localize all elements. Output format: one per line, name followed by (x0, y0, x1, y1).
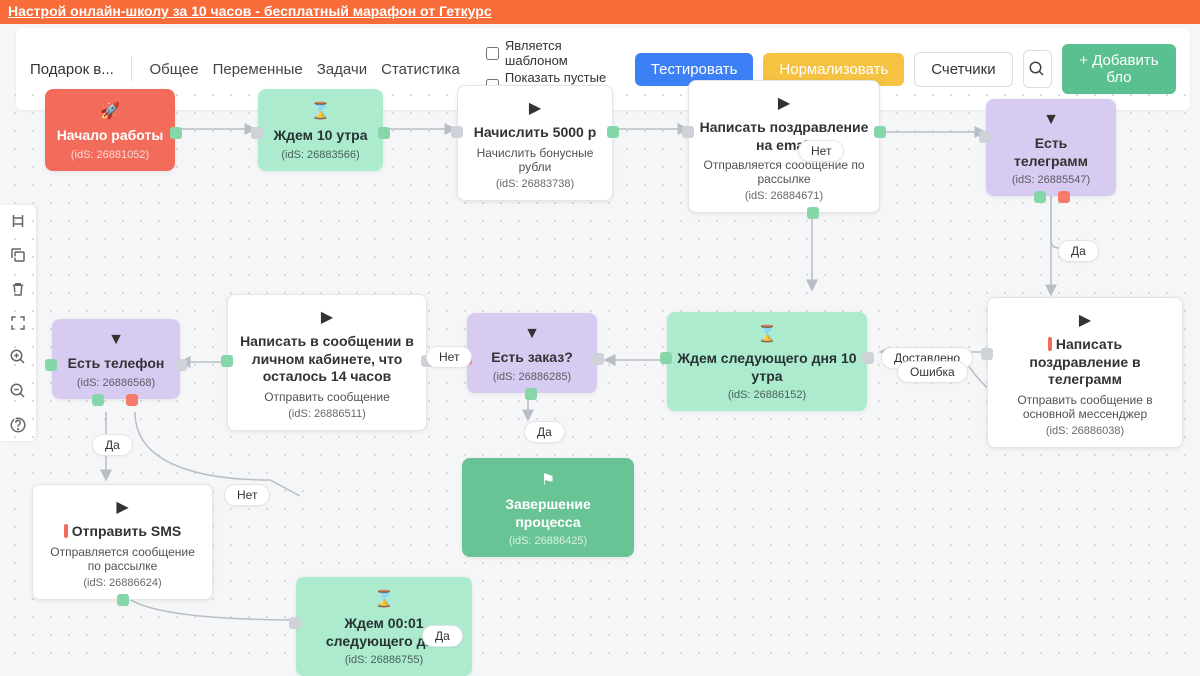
edge-label-yes: Да (524, 421, 565, 443)
play-icon: ▶ (468, 98, 602, 118)
node-wait-10[interactable]: ⌛ Ждем 10 утра (idS: 26883566) (258, 89, 383, 171)
hourglass-icon: ⌛ (268, 101, 373, 121)
node-ids: (idS: 26886755) (306, 654, 462, 666)
filter-icon: ▼ (62, 331, 170, 349)
node-sub: Отправить сообщение в основной мессендже… (998, 393, 1172, 421)
edge-label-yes: Да (422, 625, 463, 647)
node-title: Начислить 5000 р (468, 124, 602, 142)
play-icon: ▶ (699, 93, 869, 113)
hourglass-icon: ⌛ (677, 324, 857, 344)
node-ids: (idS: 26884671) (699, 190, 869, 202)
node-ids: (idS: 26886624) (43, 577, 202, 589)
port-in[interactable] (451, 126, 463, 138)
port-in[interactable] (251, 127, 263, 139)
node-sub: Отправляется сообщение по рассылке (43, 545, 202, 573)
separator (131, 57, 132, 81)
search-icon (1028, 60, 1046, 78)
edge-label-yes: Да (92, 434, 133, 456)
node-title: Написать поздравление в телеграмм (998, 336, 1172, 389)
node-ids: (idS: 26883738) (468, 178, 602, 190)
promo-banner[interactable]: Настрой онлайн-школу за 10 часов - беспл… (0, 0, 1200, 24)
node-title: Есть телефон (62, 355, 170, 373)
flow-canvas[interactable]: 🚀 Начало работы (idS: 26881052) ⌛ Ждем 1… (0, 80, 1200, 663)
edge-label-no: Нет (224, 484, 270, 506)
node-charge[interactable]: ▶ Начислить 5000 р Начислить бонусные ру… (457, 85, 613, 201)
port-yes[interactable] (525, 388, 537, 400)
checkbox-template[interactable]: Является шаблоном (486, 38, 615, 68)
port-out[interactable] (117, 594, 129, 606)
node-ids: (idS: 26886038) (998, 425, 1172, 437)
port-no[interactable] (126, 394, 138, 406)
node-has-order[interactable]: ▼ Есть заказ? (idS: 26886285) (467, 313, 597, 393)
node-sub: Начислить бонусные рубли (468, 146, 602, 174)
flag-icon: ⚑ (472, 470, 624, 490)
node-ids: (idS: 26886152) (677, 389, 857, 401)
edge-label-error: Ошибка (897, 361, 968, 383)
node-telegram-greet[interactable]: ▶ Написать поздравление в телеграмм Отпр… (987, 297, 1183, 448)
edge-label-no: Нет (798, 140, 844, 162)
node-ids: (idS: 26886425) (472, 535, 624, 547)
port-out[interactable] (378, 127, 390, 139)
node-title: Завершение процесса (472, 496, 624, 531)
edge-label-yes: Да (1058, 240, 1099, 262)
node-has-telegram[interactable]: ▼ Есть телеграмм (idS: 26885547) (986, 99, 1116, 196)
edge-label-no: Нет (426, 346, 472, 368)
node-wait-next-day[interactable]: ⌛ Ждем следующего дня 10 утра (idS: 2688… (667, 312, 867, 411)
port-out[interactable] (221, 355, 233, 367)
port-no[interactable] (1058, 191, 1070, 203)
node-start[interactable]: 🚀 Начало работы (idS: 26881052) (45, 89, 175, 171)
port-in[interactable] (981, 348, 993, 360)
node-title: Ждем следующего дня 10 утра (677, 350, 857, 385)
node-title: Написать в сообщении в личном кабинете, … (238, 333, 416, 386)
node-email-greet[interactable]: ▶ Написать поздравление на email Отправл… (688, 80, 880, 213)
tab-general[interactable]: Общее (147, 59, 200, 80)
node-title: Есть заказ? (477, 349, 587, 367)
filter-icon: ▼ (477, 325, 587, 343)
play-icon: ▶ (998, 310, 1172, 330)
filter-icon: ▼ (996, 111, 1106, 129)
node-title: Ждем 10 утра (268, 127, 373, 145)
node-send-sms[interactable]: ▶ Отправить SMS Отправляется сообщение п… (32, 484, 213, 600)
port-out-l[interactable] (45, 359, 57, 371)
node-ids: (idS: 26883566) (268, 149, 373, 161)
play-icon: ▶ (238, 307, 416, 327)
node-ids: (idS: 26886511) (238, 408, 416, 420)
node-sub: Отправить сообщение (238, 390, 416, 404)
tab-stats[interactable]: Статистика (379, 59, 462, 80)
port-out[interactable] (660, 352, 672, 364)
port-out[interactable] (874, 126, 886, 138)
port-in[interactable] (682, 126, 694, 138)
node-ids: (idS: 26885547) (996, 174, 1106, 186)
node-ids: (idS: 26886568) (62, 377, 170, 389)
port-in[interactable] (979, 131, 991, 143)
hourglass-icon: ⌛ (306, 589, 462, 609)
play-icon: ▶ (43, 497, 202, 517)
port-yes[interactable] (1034, 191, 1046, 203)
node-finish[interactable]: ⚑ Завершение процесса (idS: 26886425) (462, 458, 634, 557)
port-out[interactable] (170, 127, 182, 139)
rocket-icon: 🚀 (55, 101, 165, 121)
node-has-phone[interactable]: ▼ Есть телефон (idS: 26886568) (52, 319, 180, 399)
port-out-b[interactable] (807, 207, 819, 219)
node-title: Есть телеграмм (996, 135, 1106, 170)
port-yes[interactable] (92, 394, 104, 406)
node-write-14h[interactable]: ▶ Написать в сообщении в личном кабинете… (227, 294, 427, 431)
node-title: Отправить SMS (43, 523, 202, 541)
port-in[interactable] (862, 352, 874, 364)
tab-variables[interactable]: Переменные (211, 59, 305, 80)
process-title[interactable]: Подарок в... (30, 61, 115, 78)
port-out[interactable] (607, 126, 619, 138)
node-sub: Отправляется сообщение по рассылке (699, 158, 869, 186)
port-in[interactable] (592, 353, 604, 365)
node-ids: (idS: 26886285) (477, 371, 587, 383)
tab-tasks[interactable]: Задачи (315, 59, 369, 80)
port-in[interactable] (175, 359, 187, 371)
node-ids: (idS: 26881052) (55, 149, 165, 161)
node-title: Начало работы (55, 127, 165, 145)
port-in[interactable] (289, 617, 301, 629)
